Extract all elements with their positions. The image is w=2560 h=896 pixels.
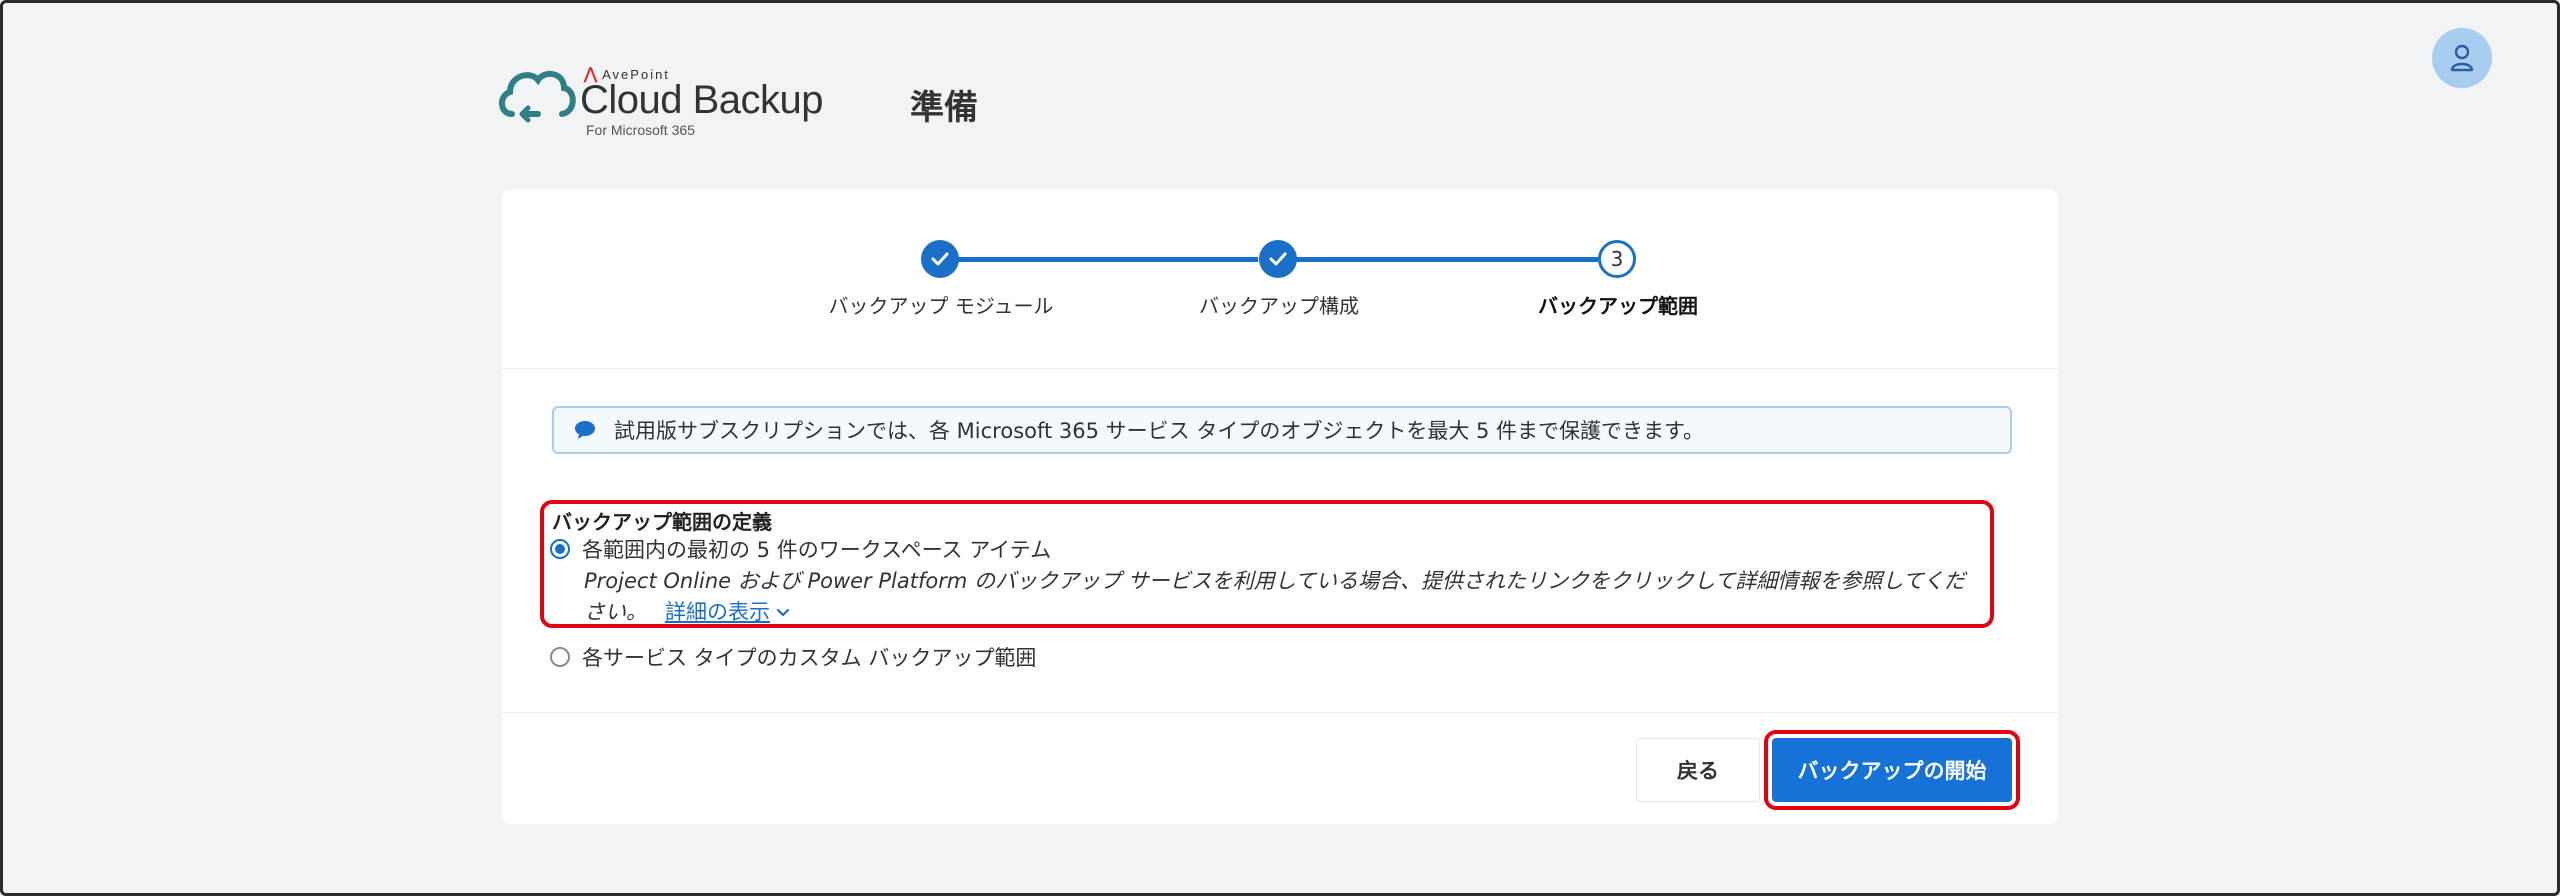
step-connector-1 xyxy=(940,257,1258,262)
user-avatar-button[interactable] xyxy=(2432,28,2492,88)
app-logo: ⋀ AvePoint Cloud Backup For Microsoft 365 xyxy=(498,62,828,142)
brand-main: Cloud Backup xyxy=(580,78,824,122)
step-2-complete xyxy=(1259,240,1297,278)
scope-option-custom[interactable]: 各サービス タイプのカスタム バックアップ範囲 xyxy=(550,642,1036,672)
step-3-label: バックアップ範囲 xyxy=(1538,294,1698,318)
check-icon xyxy=(931,252,949,266)
step-1-complete xyxy=(921,240,959,278)
step-connector-2 xyxy=(1278,257,1598,262)
highlight-annotation-options xyxy=(540,500,1994,628)
radio-custom[interactable] xyxy=(550,647,570,667)
trial-notice-text: 試用版サブスクリプションでは、各 Microsoft 365 サービス タイプの… xyxy=(614,419,1704,443)
highlight-annotation-start xyxy=(1764,730,2020,810)
setup-card: 3 バックアップ モジュール バックアップ構成 バックアップ範囲 試用版サブスク… xyxy=(502,190,2058,824)
step-3-current: 3 xyxy=(1598,240,1636,278)
cloud-logo-icon xyxy=(499,70,576,123)
step-1-label: バックアップ モジュール xyxy=(828,294,1054,318)
chat-bubble-icon xyxy=(574,420,596,440)
footer-divider xyxy=(502,712,2058,713)
step-2-label: バックアップ構成 xyxy=(1199,294,1359,318)
brand-sub: For Microsoft 365 xyxy=(586,122,695,138)
page-title: 準備 xyxy=(910,88,978,128)
check-icon xyxy=(1269,252,1287,266)
back-button[interactable]: 戻る xyxy=(1636,738,1760,802)
scope-option-custom-label: 各サービス タイプのカスタム バックアップ範囲 xyxy=(582,646,1037,670)
stepper: 3 バックアップ モジュール バックアップ構成 バックアップ範囲 xyxy=(502,190,2058,369)
user-icon xyxy=(2450,44,2474,72)
trial-notice: 試用版サブスクリプションでは、各 Microsoft 365 サービス タイプの… xyxy=(552,406,2012,454)
